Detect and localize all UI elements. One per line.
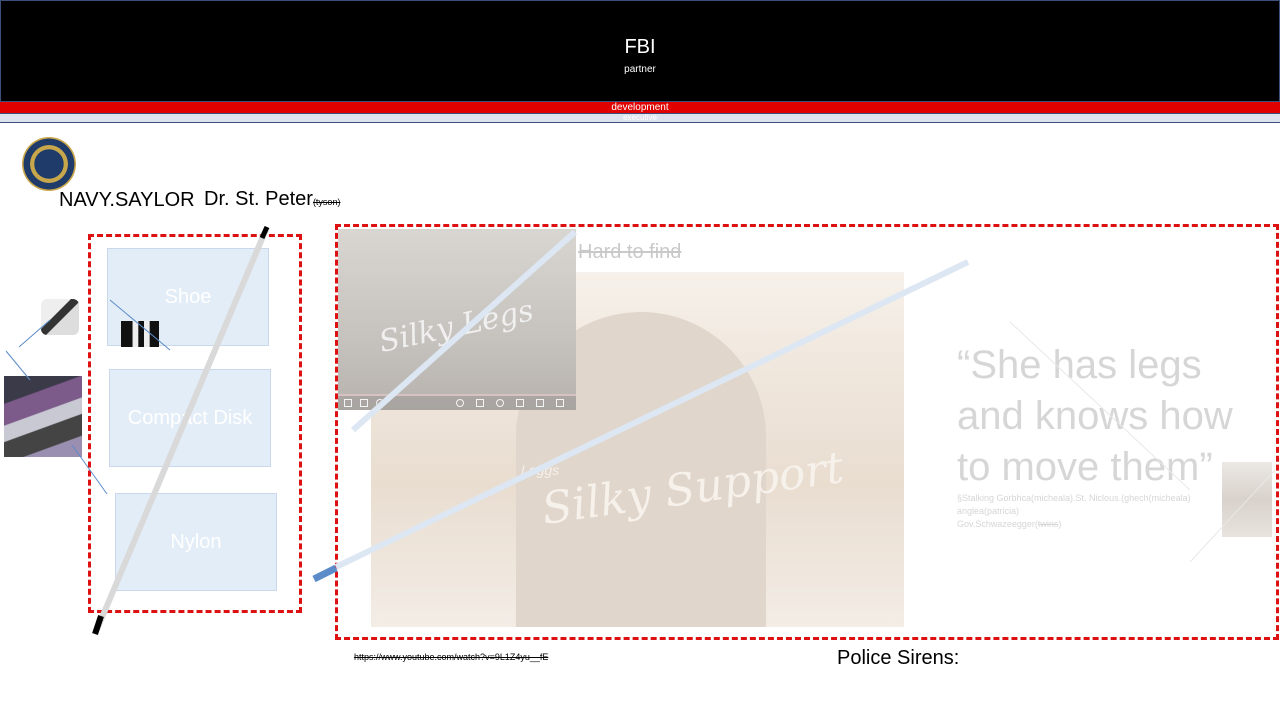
- fullscreen-icon[interactable]: [556, 399, 564, 407]
- compact-disk-image: [4, 376, 82, 457]
- autoplay-icon[interactable]: [456, 399, 464, 407]
- police-sirens-label: Police Sirens:: [837, 647, 960, 669]
- captions-icon[interactable]: [476, 399, 484, 407]
- video-brand-text: Leggs: [521, 462, 560, 478]
- mini-video-title: Silky Legs: [376, 293, 537, 360]
- attribution-line-3-suffix: ): [1058, 519, 1062, 529]
- volume-icon[interactable]: [376, 399, 384, 407]
- shoe-pair-image: [121, 321, 159, 347]
- theater-mode-icon[interactable]: [536, 399, 544, 407]
- name-dr-st-peter-text: Dr. St. Peter: [204, 188, 313, 210]
- diagonal-connector-end-bottom: [92, 615, 104, 635]
- quote-attribution: §Stalking Gorbhca(micheala).St. Niclous.…: [957, 492, 1227, 531]
- development-band: development: [0, 102, 1280, 113]
- shoe-image: [41, 299, 79, 335]
- executive-band: executive: [0, 113, 1280, 123]
- youtube-link[interactable]: https://www.youtube.com/watch?v=9L1Z4yu_…: [354, 652, 548, 662]
- page-title: FBI: [624, 36, 656, 58]
- name-note: (tyson): [312, 197, 341, 207]
- blue-connector-stub: [312, 564, 338, 583]
- attribution-line-2: anglea(patricia): [957, 506, 1020, 516]
- attribution-line-3-prefix: Gov.Schwazeegger(: [957, 519, 1038, 529]
- video-controls-bar: [338, 396, 576, 410]
- category-nylon[interactable]: Nylon: [115, 493, 277, 591]
- mini-video-player[interactable]: Silky Legs: [338, 229, 576, 410]
- category-compact-disk[interactable]: Compact Disk: [109, 369, 271, 467]
- attribution-line-1: §Stalking Gorbhca(micheala).St. Niclous.…: [957, 493, 1191, 503]
- page-subtitle: partner: [624, 64, 656, 75]
- attribution-line-3: Gov.Schwazeegger(twins): [957, 518, 1227, 531]
- next-icon[interactable]: [360, 399, 368, 407]
- name-dr-st-peter: Dr. St. Peter(tyson): [204, 188, 340, 211]
- play-icon[interactable]: [344, 399, 352, 407]
- name-navy-saylor: NAVY.SAYLOR: [59, 189, 195, 211]
- person-photo: [1222, 462, 1272, 537]
- settings-gear-icon[interactable]: [496, 399, 504, 407]
- hard-to-find-text: Hard to find: [578, 241, 682, 263]
- miniplayer-icon[interactable]: [516, 399, 524, 407]
- attribution-line-3-twins: twins: [1037, 519, 1059, 529]
- university-seal-icon: [22, 137, 76, 191]
